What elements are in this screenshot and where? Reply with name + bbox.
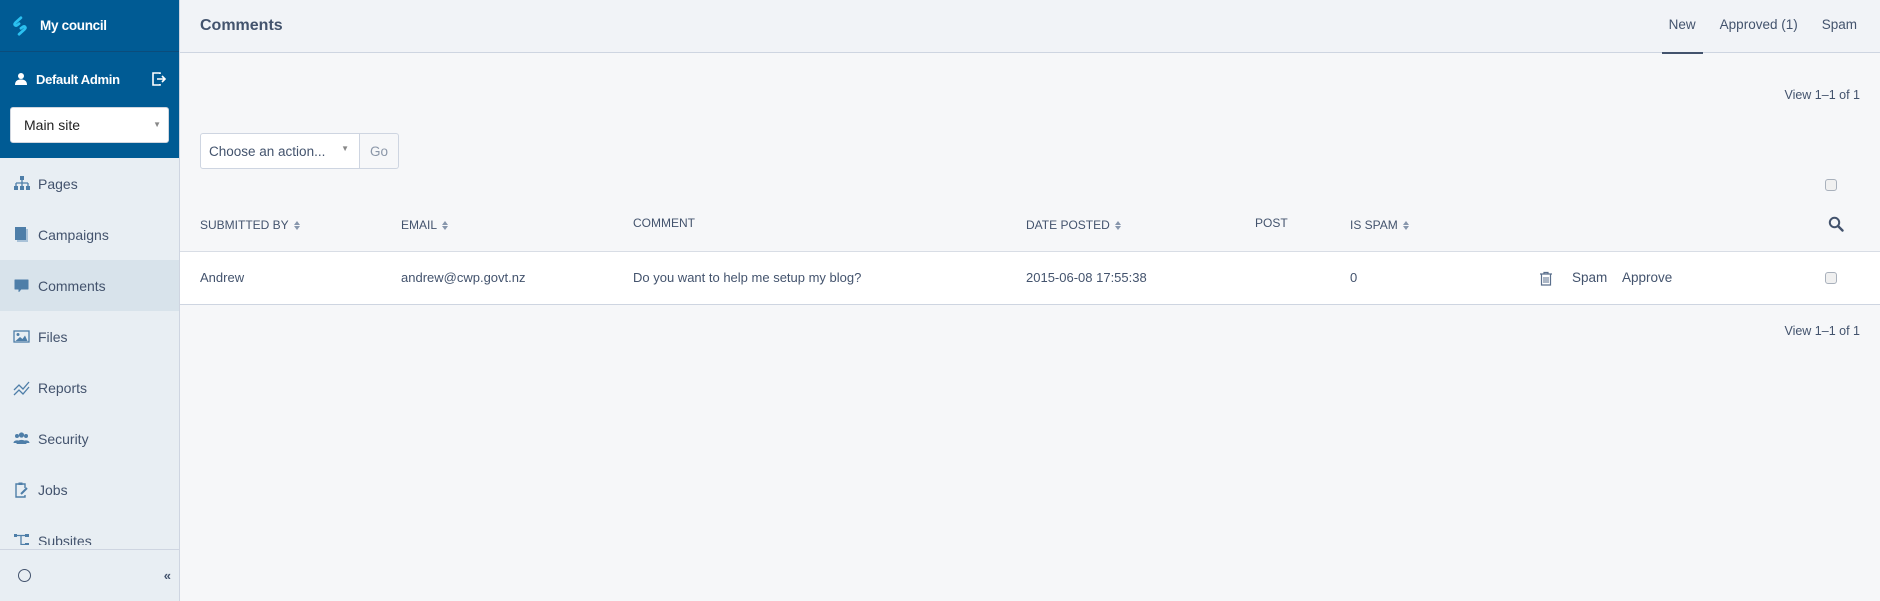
cell-submitted-by: Andrew (200, 270, 245, 285)
pagination-summary-top: View 1–1 of 1 (1784, 88, 1860, 102)
collapse-sidebar-icon[interactable]: « (164, 568, 171, 583)
sidebar-item-label: Security (38, 430, 89, 447)
sidebar-item-reports[interactable]: Reports (0, 362, 179, 413)
sort-icon[interactable] (1114, 220, 1121, 230)
sidebar-item-jobs[interactable]: Jobs (0, 464, 179, 515)
logout-icon[interactable] (151, 71, 167, 87)
help-circle-icon[interactable] (18, 569, 31, 582)
sidebar-item-label: Campaigns (38, 226, 109, 243)
column-header-email[interactable]: Email (401, 218, 449, 232)
user-name[interactable]: Default Admin (36, 72, 151, 87)
column-header-label: Submitted By (200, 218, 289, 232)
sidebar-nav-scroll[interactable]: Pages Campaigns Comments Files Reports S… (0, 158, 179, 545)
cell-date-posted: 2015-06-08 17:55:38 (1026, 270, 1147, 285)
column-header-label: Comment (633, 216, 695, 230)
cell-comment: Do you want to help me setup my blog? (633, 270, 862, 285)
sort-icon[interactable] (442, 220, 449, 230)
select-all-checkbox[interactable] (1825, 179, 1837, 191)
table-header: Submitted By Email Comment Date Posted P… (180, 160, 1880, 251)
tab-bar: New Approved (1) Spam (1657, 0, 1880, 54)
tab-new[interactable]: New (1657, 0, 1708, 54)
subsite-select[interactable]: Main site ▼ (10, 107, 169, 143)
approve-button[interactable]: Approve (1622, 270, 1672, 285)
subsite-select-value: Main site (24, 117, 81, 133)
column-header-date-posted[interactable]: Date Posted (1026, 218, 1121, 232)
column-header-comment: Comment (633, 216, 695, 230)
tab-spam[interactable]: Spam (1810, 0, 1880, 53)
search-icon[interactable] (1828, 216, 1844, 232)
user-icon (15, 73, 27, 85)
column-header-label: Post (1255, 216, 1288, 230)
pagination-summary-bottom: View 1–1 of 1 (1784, 324, 1860, 338)
silverstripe-logo-icon (13, 15, 27, 36)
users-icon (13, 430, 30, 447)
sitemap-icon (13, 175, 30, 192)
sidebar-item-label: Comments (38, 277, 106, 294)
sidebar-footer: « (0, 549, 179, 601)
campaigns-icon (13, 226, 30, 243)
main-content: Comments New Approved (1) Spam View 1–1 … (180, 0, 1880, 601)
row-select-checkbox[interactable] (1825, 272, 1837, 284)
bulk-action-select-value: Choose an action... (209, 143, 326, 159)
chevron-down-icon: ▼ (153, 120, 161, 129)
image-icon (13, 328, 30, 345)
chevron-down-icon: ▼ (341, 144, 349, 153)
table-row[interactable]: Andrew andrew@cwp.govt.nz Do you want to… (180, 251, 1880, 305)
column-header-is-spam[interactable]: Is Spam (1350, 218, 1409, 232)
column-header-label: Date Posted (1026, 218, 1110, 232)
sidebar-nav: Pages Campaigns Comments Files Reports S… (0, 158, 179, 545)
brand[interactable]: My council (0, 0, 179, 52)
sort-icon[interactable] (1402, 220, 1409, 230)
page-title: Comments (200, 17, 283, 34)
sidebar-item-campaigns[interactable]: Campaigns (0, 209, 179, 260)
sort-icon[interactable] (293, 220, 300, 230)
sidebar-item-comments[interactable]: Comments (0, 260, 179, 311)
column-header-submitted-by[interactable]: Submitted By (200, 218, 300, 232)
column-header-label: Email (401, 218, 438, 232)
tree-icon (13, 532, 30, 545)
chart-line-icon (13, 379, 30, 396)
cell-is-spam: 0 (1350, 270, 1358, 285)
comment-icon (13, 277, 30, 294)
tab-approved[interactable]: Approved (1) (1708, 0, 1810, 53)
sidebar-item-subsites[interactable]: Subsites (0, 515, 179, 545)
sidebar: My council Default Admin Main site ▼ Pag… (0, 0, 180, 601)
sidebar-header: My council Default Admin Main site ▼ (0, 0, 179, 158)
sidebar-item-label: Reports (38, 379, 88, 396)
sidebar-item-label: Pages (38, 175, 78, 192)
sidebar-item-label: Subsites (38, 532, 92, 546)
mark-spam-button[interactable]: Spam (1572, 270, 1607, 285)
user-bar: Default Admin (0, 52, 179, 106)
trash-icon[interactable] (1539, 271, 1553, 286)
clipboard-edit-icon (13, 481, 30, 498)
sidebar-item-security[interactable]: Security (0, 413, 179, 464)
sidebar-item-files[interactable]: Files (0, 311, 179, 362)
top-bar: Comments New Approved (1) Spam (180, 0, 1880, 54)
sidebar-item-pages[interactable]: Pages (0, 158, 179, 209)
cell-email: andrew@cwp.govt.nz (401, 270, 526, 285)
sidebar-item-label: Jobs (38, 481, 68, 498)
column-header-label: Is Spam (1350, 218, 1398, 232)
sidebar-item-label: Files (38, 328, 68, 345)
column-header-post: Post (1255, 216, 1288, 230)
brand-name: My council (40, 18, 107, 33)
